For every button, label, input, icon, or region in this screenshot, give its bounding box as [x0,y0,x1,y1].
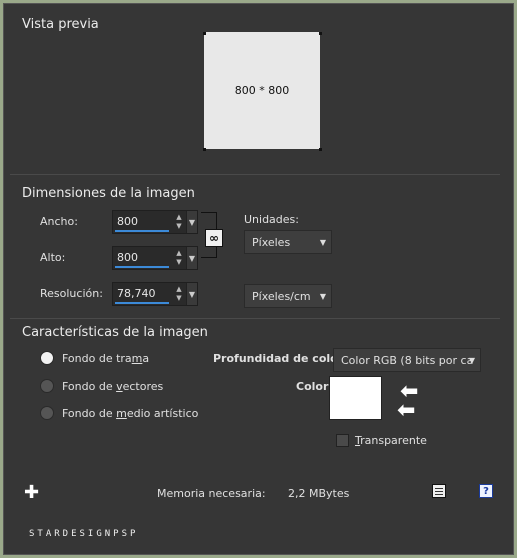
dimensions-heading: Dimensiones de la imagen [22,186,195,201]
radio-label: Fondo de vectores [62,379,164,393]
preview-size-text: 800 * 800 [234,84,290,97]
width-underline [115,230,169,232]
preview-corner [203,148,206,151]
width-label: Ancho: [40,215,78,228]
height-input[interactable] [113,247,169,268]
height-spinbox[interactable]: ▲▼ ▼ [112,246,198,270]
memory-label: Memoria necesaria: [157,487,266,500]
resolution-stepper[interactable]: ▲ ▼ [173,283,185,305]
radio-label: Fondo de trama [62,351,150,365]
radio-dot[interactable] [40,379,54,393]
height-stepper[interactable]: ▲ ▼ [173,247,185,269]
radio-raster-background[interactable]: Fondo de trama [40,351,149,365]
preview-corner [319,148,322,151]
resolution-dropdown-button[interactable]: ▼ [186,283,197,305]
width-spinbox[interactable]: ▲▼ ▼ [112,210,198,234]
radio-vector-background[interactable]: Fondo de vectores [40,379,163,393]
color-label: Color: [296,380,333,393]
width-input[interactable] [113,211,169,232]
resolution-label: Resolución: [40,287,103,300]
divider [10,174,500,175]
color-depth-select[interactable]: Color RGB (8 bits por ca ▼ [333,348,481,372]
width-dropdown-button[interactable]: ▼ [186,211,197,233]
width-stepper[interactable]: ▲ ▼ [173,211,185,233]
memory-value: 2,2 MBytes [288,487,350,500]
transparent-checkbox[interactable]: Transparente [336,434,427,447]
units-value: Píxeles [252,235,291,249]
height-underline [115,266,169,268]
resolution-units-value: Píxeles/cm [252,289,311,303]
color-depth-label: Profundidad de color: [213,352,348,365]
resolution-spinbox[interactable]: ▲▼ ▼ [112,282,198,306]
units-label: Unidades: [244,213,299,226]
radio-dot[interactable] [40,351,54,365]
watermark: STARDESIGNPSP [29,529,139,539]
radio-art-media-background[interactable]: Fondo de medio artístico [40,406,198,420]
chevron-down-icon: ▼ [319,238,326,247]
characteristics-heading: Características de la imagen [22,325,208,340]
chevron-down-icon: ▼ [468,356,475,365]
radio-dot[interactable] [40,406,54,420]
resolution-input[interactable] [113,283,169,304]
units-select[interactable]: Píxeles ▼ [244,230,332,254]
color-depth-value: Color RGB (8 bits por ca [341,353,474,367]
height-dropdown-button[interactable]: ▼ [186,247,197,269]
chevron-down-icon: ▼ [319,292,326,301]
preview-heading: Vista previa [22,17,99,32]
background-color-swatch[interactable] [329,376,382,420]
radio-label: Fondo de medio artístico [62,406,199,420]
preview-corner [203,32,206,35]
height-label: Alto: [40,251,66,264]
checkbox-box[interactable] [336,434,349,447]
divider [10,318,500,319]
plus-icon[interactable]: ✚ [24,482,39,503]
resolution-units-select[interactable]: Píxeles/cm ▼ [244,284,332,308]
aspect-link-icon[interactable]: ∞ [205,229,223,247]
help-icon[interactable]: ? [479,484,493,498]
document-list-icon[interactable] [432,484,446,498]
preview-canvas: 800 * 800 [204,32,320,149]
resolution-underline [115,302,169,304]
preview-corner [319,32,322,35]
transparent-label: Transparente [355,434,427,447]
arrow-left-icon: ⬅ [397,398,416,423]
